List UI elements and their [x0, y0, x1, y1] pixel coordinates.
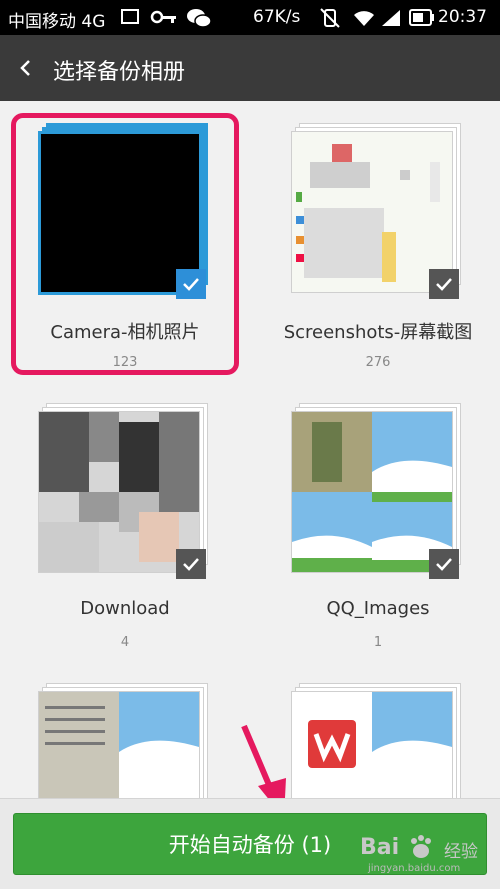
album-tile-qq-images[interactable]: QQ_Images 1 — [263, 393, 493, 655]
checkmark-icon — [436, 558, 452, 571]
back-arrow-icon[interactable] — [14, 53, 38, 83]
album-name: QQ_Images — [326, 598, 430, 619]
battery-icon — [409, 9, 435, 31]
album-thumbnail-stack — [38, 683, 208, 798]
watermark-suffix: 经验 — [444, 842, 478, 862]
watermark-brand: Bai — [360, 835, 400, 860]
wechat-icon — [186, 7, 212, 34]
album-name: Screenshots-屏幕截图 — [283, 322, 473, 343]
vibrate-off-icon — [320, 8, 340, 33]
album-tile-partial[interactable] — [10, 673, 240, 798]
album-tile-download[interactable]: Download 4 — [10, 393, 240, 655]
album-thumbnail-stack — [291, 403, 461, 579]
selection-highlight — [11, 113, 239, 375]
app-bar: 选择备份相册 — [0, 35, 500, 101]
checkmark-icon — [183, 558, 199, 571]
image-notification-icon — [121, 9, 139, 24]
carrier-label: 中国移动 4G — [8, 12, 106, 32]
key-icon — [150, 9, 178, 30]
album-thumbnail-stack — [291, 683, 461, 798]
signal-icon — [380, 8, 402, 33]
clock: 20:37 — [438, 7, 487, 27]
album-cover — [291, 691, 453, 798]
album-grid: Camera-相机照片 123 Screenshots-屏幕截图 276 Dow… — [0, 101, 500, 798]
album-checkbox[interactable] — [429, 269, 459, 299]
album-cover — [38, 691, 200, 798]
album-count: 4 — [120, 635, 130, 650]
album-checkbox[interactable] — [176, 549, 206, 579]
checkmark-icon — [436, 278, 452, 291]
paw-icon — [406, 835, 436, 865]
album-thumbnail-stack — [291, 123, 461, 299]
album-name: Download — [80, 598, 170, 619]
baidu-jingyan-watermark: Bai 经验 jingyan.baidu.com — [360, 833, 488, 881]
status-bar: 中国移动 4G 67K/s 20:37 — [0, 0, 500, 35]
album-checkbox[interactable] — [429, 549, 459, 579]
network-speed: 67K/s — [253, 7, 301, 27]
wifi-icon — [352, 8, 376, 33]
bottom-bar: 开始自动备份 (1) Bai 经验 jingyan.baidu.com — [0, 798, 500, 889]
album-tile-screenshots[interactable]: Screenshots-屏幕截图 276 — [263, 113, 493, 375]
album-count: 1 — [373, 635, 383, 650]
album-count: 276 — [365, 355, 391, 370]
watermark-url: jingyan.baidu.com — [368, 863, 461, 874]
album-thumbnail-stack — [38, 403, 208, 579]
page-title: 选择备份相册 — [53, 60, 186, 85]
